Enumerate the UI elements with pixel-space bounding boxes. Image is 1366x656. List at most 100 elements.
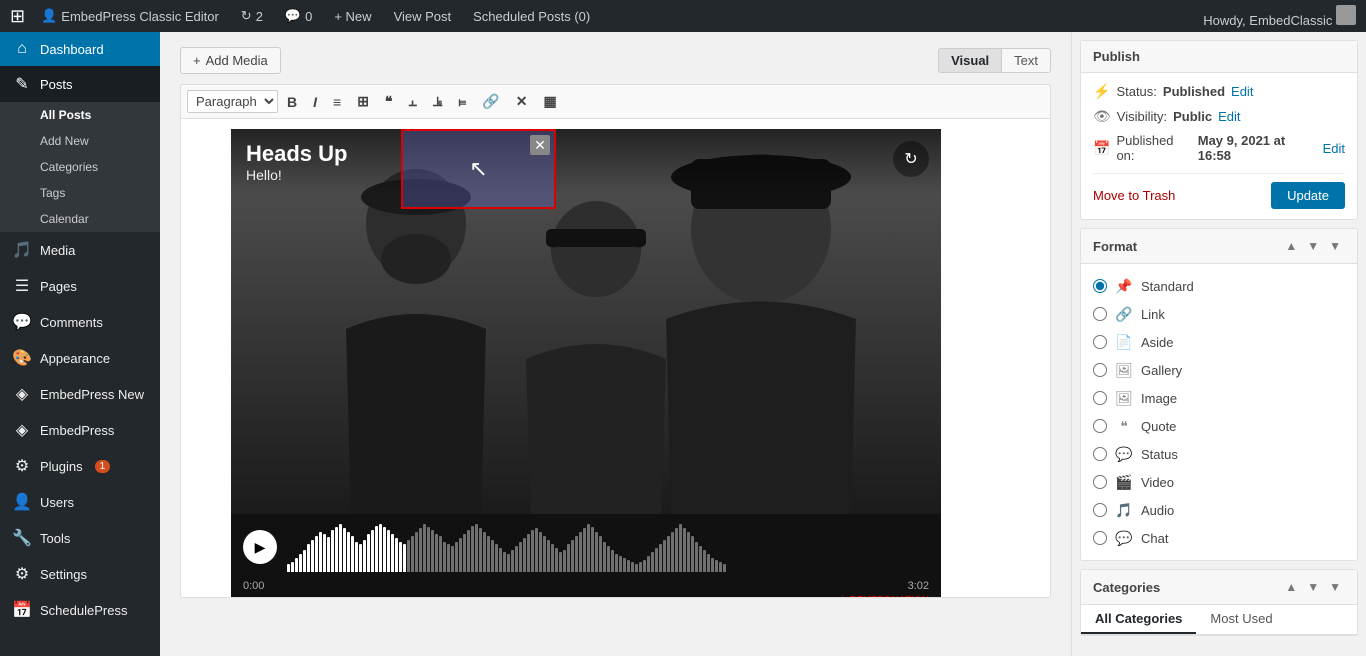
align-right-button[interactable]: ⫢ bbox=[451, 89, 473, 114]
format-radio-status[interactable] bbox=[1093, 447, 1107, 461]
format-item-audio: 🎵 Audio bbox=[1081, 496, 1357, 524]
format-radio-chat[interactable] bbox=[1093, 531, 1107, 545]
publish-box: Publish ⚡ Status: Published Edit 👁 Visib… bbox=[1080, 40, 1358, 220]
sidebar-item-schedulepress[interactable]: 📅 SchedulePress bbox=[0, 592, 160, 628]
adminbar-site-name[interactable]: 👤 EmbedPress Classic Editor bbox=[35, 8, 225, 24]
adminbar-scheduled[interactable]: Scheduled Posts (0) bbox=[467, 9, 596, 24]
site-icon: 👤 bbox=[41, 8, 57, 24]
sidebar-item-users[interactable]: 👤 Users bbox=[0, 484, 160, 520]
wp-logo-icon[interactable]: ⊞ bbox=[10, 6, 25, 27]
unlink-button[interactable]: ✕ bbox=[509, 89, 535, 114]
bold-button[interactable]: B bbox=[280, 90, 304, 114]
format-box: Format ▲ ▼ ▼ 📌 Standard 🔗 bbox=[1080, 228, 1358, 561]
paragraph-select[interactable]: Paragraph bbox=[187, 90, 278, 113]
format-collapse-down[interactable]: ▼ bbox=[1303, 237, 1323, 255]
sidebar-item-media[interactable]: 🎵 Media bbox=[0, 232, 160, 268]
sidebar-item-comments[interactable]: 💬 Comments bbox=[0, 304, 160, 340]
add-media-icon: + bbox=[193, 53, 201, 68]
sidebar-item-settings[interactable]: ⚙ Settings bbox=[0, 556, 160, 592]
format-radio-audio[interactable] bbox=[1093, 503, 1107, 517]
embed-close-button[interactable]: ✕ bbox=[530, 135, 550, 155]
submenu-categories[interactable]: Categories bbox=[0, 154, 160, 180]
date-edit-link[interactable]: Edit bbox=[1323, 141, 1345, 156]
sidebar-item-dashboard[interactable]: ⌂ Dashboard bbox=[0, 32, 160, 66]
submenu-add-new[interactable]: Add New bbox=[0, 128, 160, 154]
format-radio-link[interactable] bbox=[1093, 307, 1107, 321]
format-radio-aside[interactable] bbox=[1093, 335, 1107, 349]
posts-submenu: All Posts Add New Categories Tags Calend… bbox=[0, 102, 160, 232]
format-radio-standard[interactable] bbox=[1093, 279, 1107, 293]
visual-tab[interactable]: Visual bbox=[938, 48, 1002, 73]
submenu-calendar[interactable]: Calendar bbox=[0, 206, 160, 232]
sidebar-item-tools[interactable]: 🔧 Tools bbox=[0, 520, 160, 556]
categories-collapse-up[interactable]: ▲ bbox=[1281, 578, 1301, 596]
adminbar-new[interactable]: + New bbox=[328, 9, 377, 24]
format-item-chat: 💬 Chat bbox=[1081, 524, 1357, 552]
categories-collapse-toggle[interactable]: ▼ bbox=[1325, 578, 1345, 596]
embed-play-button[interactable]: ▶ bbox=[243, 530, 277, 564]
tab-all-categories[interactable]: All Categories bbox=[1081, 605, 1196, 634]
format-collapse-toggle[interactable]: ▼ bbox=[1325, 237, 1345, 255]
comments-nav-icon: 💬 bbox=[12, 312, 32, 332]
embedpress-icon: ◈ bbox=[12, 420, 32, 440]
format-item-standard: 📌 Standard bbox=[1081, 272, 1357, 300]
visibility-edit-link[interactable]: Edit bbox=[1218, 109, 1240, 124]
embedpress-new-icon: ◈ bbox=[12, 384, 32, 404]
text-tab[interactable]: Text bbox=[1002, 48, 1051, 73]
format-radio-image[interactable] bbox=[1093, 391, 1107, 405]
submenu-all-posts[interactable]: All Posts bbox=[0, 102, 160, 128]
embed-waveform: ▶ 0:00 3:02 bbox=[231, 514, 941, 598]
embed-share-button[interactable]: ↻ bbox=[893, 141, 929, 177]
add-media-button[interactable]: + Add Media bbox=[180, 47, 281, 74]
tab-most-used[interactable]: Most Used bbox=[1196, 605, 1286, 634]
format-collapse-up[interactable]: ▲ bbox=[1281, 237, 1301, 255]
status-icon: ⚡ bbox=[1093, 83, 1110, 100]
plugins-icon: ⚙ bbox=[12, 456, 32, 476]
user-avatar bbox=[1336, 5, 1356, 25]
sidebar-item-plugins[interactable]: ⚙ Plugins 1 bbox=[0, 448, 160, 484]
pages-icon: ☰ bbox=[12, 276, 32, 296]
format-radio-quote[interactable] bbox=[1093, 419, 1107, 433]
table-button[interactable]: ▦ bbox=[537, 89, 564, 114]
ordered-list-button[interactable]: ⊞ bbox=[350, 89, 376, 114]
format-radio-video[interactable] bbox=[1093, 475, 1107, 489]
align-left-button[interactable]: ⫠ bbox=[401, 89, 423, 114]
right-sidebar: Publish ⚡ Status: Published Edit 👁 Visib… bbox=[1071, 32, 1366, 656]
format-link-icon: 🔗 bbox=[1115, 305, 1133, 323]
adminbar-updates[interactable]: ↻ 2 bbox=[235, 8, 269, 24]
status-edit-link[interactable]: Edit bbox=[1231, 84, 1253, 99]
unordered-list-button[interactable]: ≡ bbox=[326, 90, 348, 114]
blockquote-button[interactable]: ❝ bbox=[378, 89, 400, 114]
adminbar-view-post[interactable]: View Post bbox=[388, 9, 458, 24]
format-gallery-icon: 🖼 bbox=[1115, 361, 1133, 379]
embed-inner: Heads Up Hello! ↻ ▶ bbox=[231, 129, 941, 598]
move-to-trash-link[interactable]: Move to Trash bbox=[1093, 188, 1175, 203]
categories-collapse-down[interactable]: ▼ bbox=[1303, 578, 1323, 596]
embed-player-row: ▶ bbox=[231, 514, 941, 580]
editor-content-area: Heads Up Hello! ↻ ▶ bbox=[180, 118, 1051, 598]
admin-bar: ⊞ 👤 EmbedPress Classic Editor ↻ 2 💬 0 + … bbox=[0, 0, 1366, 32]
update-button[interactable]: Update bbox=[1271, 182, 1345, 209]
publish-actions: Move to Trash Update bbox=[1093, 173, 1345, 209]
italic-button[interactable]: I bbox=[306, 90, 324, 114]
sidebar-item-embedpress-new[interactable]: ◈ EmbedPress New bbox=[0, 376, 160, 412]
sidebar-item-appearance[interactable]: 🎨 Appearance bbox=[0, 340, 160, 376]
align-center-button[interactable]: ⫡ bbox=[426, 89, 449, 114]
categories-box-header: Categories ▲ ▼ ▼ bbox=[1081, 570, 1357, 605]
format-radio-gallery[interactable] bbox=[1093, 363, 1107, 377]
soundcloud-embed: Heads Up Hello! ↻ ▶ bbox=[231, 129, 941, 598]
sidebar-item-pages[interactable]: ☰ Pages bbox=[0, 268, 160, 304]
post-editor-wrap: + Add Media Visual Text Paragraph B I ≡ … bbox=[160, 32, 1071, 656]
sidebar-item-embedpress[interactable]: ◈ EmbedPress bbox=[0, 412, 160, 448]
embed-selected-overlay: ✕ ↖ bbox=[401, 129, 556, 209]
submenu-tags[interactable]: Tags bbox=[0, 180, 160, 206]
link-button[interactable]: 🔗 bbox=[475, 89, 506, 114]
category-tabs: All Categories Most Used bbox=[1081, 605, 1357, 635]
format-item-video: 🎬 Video bbox=[1081, 468, 1357, 496]
format-audio-icon: 🎵 bbox=[1115, 501, 1133, 519]
embed-top-overlay: Heads Up Hello! bbox=[231, 129, 941, 195]
adminbar-comments[interactable]: 💬 0 bbox=[279, 8, 318, 24]
sidebar-item-posts[interactable]: ✎ Posts bbox=[0, 66, 160, 102]
time-start: 0:00 bbox=[243, 580, 264, 592]
visibility-icon: 👁 bbox=[1093, 108, 1111, 125]
